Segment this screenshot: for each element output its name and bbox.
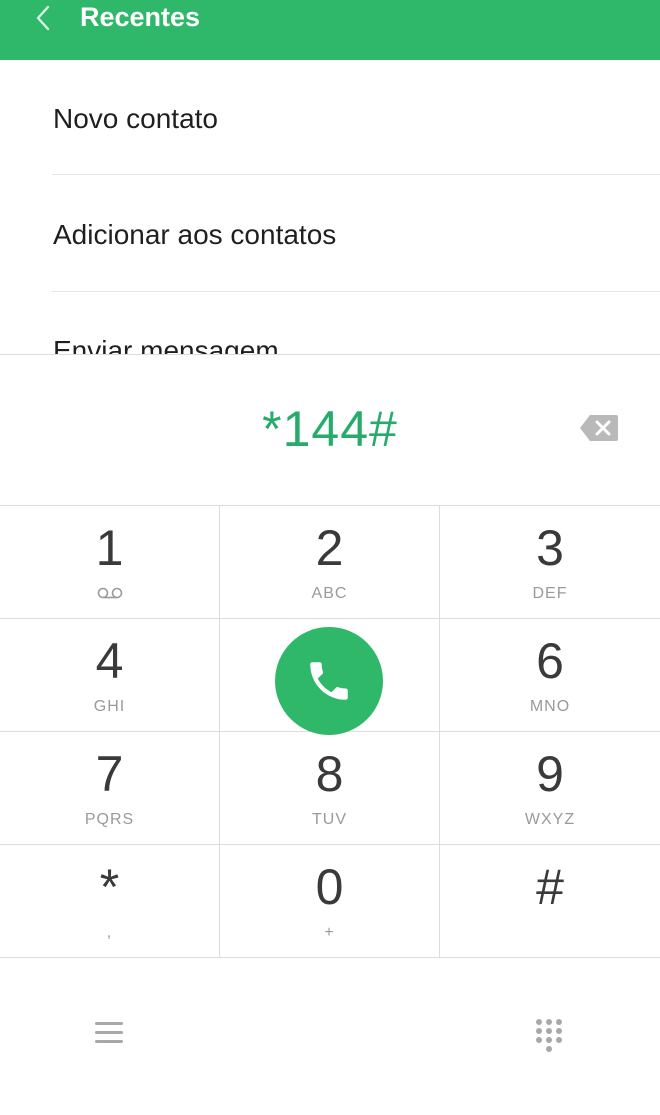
app-header: Recentes <box>0 0 660 60</box>
key-2[interactable]: 2 ABC <box>220 506 440 619</box>
options-menu: Novo contato Adicionar aos contatos Envi… <box>0 60 660 354</box>
dialed-number[interactable]: *144# <box>0 399 660 459</box>
key-digit: 4 <box>95 633 124 689</box>
key-digit: 0 <box>315 859 344 915</box>
backspace-button[interactable] <box>578 413 620 443</box>
key-letters: PQRS <box>84 811 135 828</box>
hamburger-menu-icon <box>95 1022 123 1043</box>
back-button[interactable] <box>26 0 60 36</box>
key-digit: 8 <box>315 746 344 802</box>
key-digit: * <box>99 859 120 915</box>
key-3[interactable]: 3 DEF <box>440 506 660 619</box>
menu-item-send-message[interactable]: Enviar mensagem <box>53 334 279 354</box>
key-digit: # <box>536 859 564 915</box>
key-hash[interactable]: # <box>440 845 660 958</box>
call-button[interactable] <box>275 627 383 735</box>
key-1[interactable]: 1 <box>0 506 220 619</box>
voicemail-icon <box>97 587 123 599</box>
key-9[interactable]: 9 WXYZ <box>440 732 660 845</box>
menu-item-add-to-contacts[interactable]: Adicionar aos contatos <box>53 218 336 252</box>
key-letters: MNO <box>529 698 571 715</box>
key-digit: 1 <box>95 520 124 576</box>
menu-item-new-contact[interactable]: Novo contato <box>53 102 218 136</box>
chevron-left-icon <box>36 5 50 31</box>
key-0[interactable]: 0 + <box>220 845 440 958</box>
key-letters: DEF <box>532 585 568 602</box>
key-letters: GHI <box>93 698 126 715</box>
divider <box>52 174 660 175</box>
key-digit: 9 <box>536 746 564 802</box>
key-letters: , <box>106 924 113 941</box>
key-letters: WXYZ <box>524 811 576 828</box>
key-letters: ABC <box>311 585 348 602</box>
key-4[interactable]: 4 GHI <box>0 619 220 732</box>
dialpad-toggle-button[interactable] <box>532 1017 566 1055</box>
key-digit: 6 <box>536 633 564 689</box>
key-letters: + <box>324 924 335 941</box>
key-star[interactable]: * , <box>0 845 220 958</box>
number-display: *144# <box>0 355 660 505</box>
key-7[interactable]: 7 PQRS <box>0 732 220 845</box>
key-digit: 2 <box>315 520 344 576</box>
key-6[interactable]: 6 MNO <box>440 619 660 732</box>
page-title: Recentes <box>80 2 201 32</box>
key-8[interactable]: 8 TUV <box>220 732 440 845</box>
key-letters: TUV <box>312 811 347 828</box>
phone-icon <box>310 662 348 700</box>
menu-button[interactable] <box>90 1016 128 1050</box>
divider <box>52 291 660 292</box>
backspace-icon <box>580 415 618 441</box>
key-digit: 7 <box>95 746 124 802</box>
key-digit: 3 <box>536 520 564 576</box>
dialpad-icon <box>536 1019 562 1052</box>
